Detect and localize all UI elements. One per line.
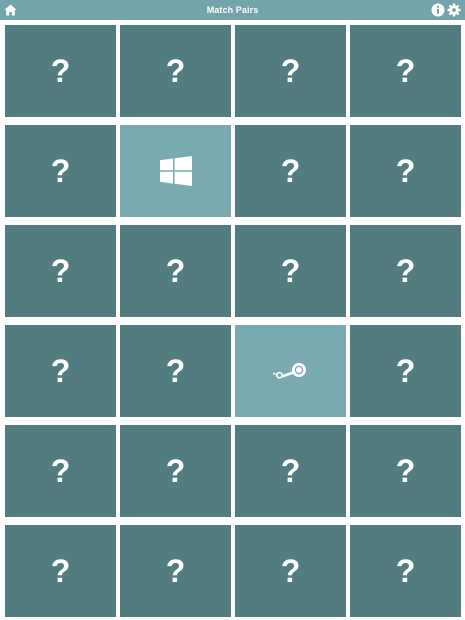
memory-card[interactable]: ? <box>5 125 116 217</box>
memory-card[interactable]: ? <box>350 325 461 417</box>
memory-card[interactable]: ? <box>5 425 116 517</box>
memory-card[interactable]: ? <box>350 225 461 317</box>
memory-card[interactable]: ? <box>120 325 231 417</box>
steam-logo-icon <box>272 363 306 379</box>
memory-card[interactable]: ? <box>350 25 461 117</box>
memory-card[interactable]: ? <box>5 225 116 317</box>
question-mark-icon: ? <box>165 353 186 389</box>
question-mark-icon: ? <box>280 253 301 289</box>
memory-card[interactable]: ? <box>120 425 231 517</box>
memory-card[interactable]: ? <box>235 225 346 317</box>
memory-card[interactable]: ? <box>120 25 231 117</box>
memory-card[interactable]: ? <box>120 525 231 617</box>
memory-card[interactable]: ? <box>5 25 116 117</box>
memory-card[interactable]: ? <box>350 425 461 517</box>
question-mark-icon: ? <box>395 253 416 289</box>
question-mark-icon: ? <box>395 353 416 389</box>
memory-card[interactable]: ? <box>235 425 346 517</box>
question-mark-icon: ? <box>395 53 416 89</box>
memory-card[interactable]: ? <box>235 525 346 617</box>
question-mark-icon: ? <box>395 153 416 189</box>
top-bar: Match Pairs <box>0 0 465 20</box>
home-icon <box>4 4 17 15</box>
question-mark-icon: ? <box>50 553 71 589</box>
memory-card[interactable]: ? <box>235 125 346 217</box>
card-grid: ?????????????????????? <box>0 20 465 620</box>
memory-card[interactable]: ? <box>350 125 461 217</box>
memory-card[interactable]: ? <box>5 525 116 617</box>
settings-button[interactable] <box>447 3 461 17</box>
memory-card[interactable]: ? <box>235 25 346 117</box>
home-button[interactable] <box>3 2 18 17</box>
info-icon <box>431 3 445 17</box>
question-mark-icon: ? <box>395 553 416 589</box>
question-mark-icon: ? <box>165 253 186 289</box>
memory-card-revealed[interactable] <box>120 125 231 217</box>
question-mark-icon: ? <box>50 453 71 489</box>
question-mark-icon: ? <box>395 453 416 489</box>
question-mark-icon: ? <box>50 53 71 89</box>
question-mark-icon: ? <box>280 553 301 589</box>
question-mark-icon: ? <box>165 553 186 589</box>
page-title: Match Pairs <box>206 5 259 15</box>
question-mark-icon: ? <box>50 253 71 289</box>
question-mark-icon: ? <box>165 53 186 89</box>
question-mark-icon: ? <box>165 453 186 489</box>
question-mark-icon: ? <box>280 53 301 89</box>
question-mark-icon: ? <box>280 453 301 489</box>
memory-card[interactable]: ? <box>120 225 231 317</box>
question-mark-icon: ? <box>280 153 301 189</box>
gear-icon <box>447 3 461 17</box>
memory-card[interactable]: ? <box>5 325 116 417</box>
memory-card-revealed[interactable] <box>235 325 346 417</box>
question-mark-icon: ? <box>50 353 71 389</box>
windows-logo-icon <box>159 156 192 186</box>
question-mark-icon: ? <box>50 153 71 189</box>
memory-card[interactable]: ? <box>350 525 461 617</box>
info-button[interactable] <box>431 3 445 17</box>
